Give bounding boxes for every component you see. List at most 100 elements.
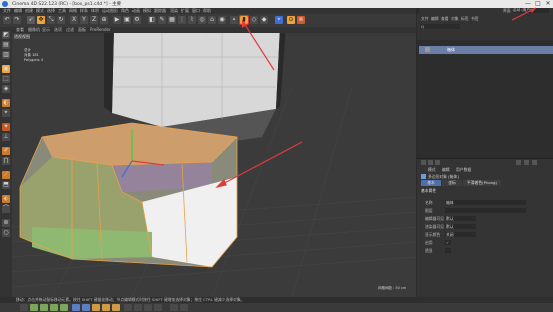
- attr-tab-coord[interactable]: 坐标: [442, 180, 462, 186]
- viewport-stats: 总计 对象 181 Polygons 4: [24, 48, 43, 63]
- om-tab-bookmark[interactable]: 书签: [471, 16, 479, 22]
- attr-tab-basic[interactable]: 基本: [421, 180, 441, 186]
- loop-icon[interactable]: [102, 304, 110, 311]
- end-frame-icon[interactable]: [154, 304, 162, 311]
- attr-tab-user-data[interactable]: 用户数据: [456, 167, 471, 173]
- attr-tab-phong[interactable]: 平滑着色(Phong): [463, 180, 501, 186]
- move-tool-icon[interactable]: ✥: [37, 16, 45, 24]
- search-icon[interactable]: [516, 160, 521, 165]
- field-icon[interactable]: ◎: [198, 16, 206, 24]
- visible-render-dropdown[interactable]: 默认: [445, 224, 476, 229]
- subdivision-icon[interactable]: ▦: [168, 16, 176, 24]
- annotation-arrow-top: [241, 19, 275, 71]
- scale-tool-icon[interactable]: ⤡: [47, 16, 55, 24]
- bridge-icon[interactable]: ⌒: [2, 205, 10, 213]
- render-picture-viewer-icon[interactable]: ▣: [123, 16, 131, 24]
- om-tab-tag[interactable]: 标签: [461, 16, 469, 22]
- visible-editor-dropdown[interactable]: 默认: [445, 216, 476, 221]
- fps-icon[interactable]: [124, 304, 132, 311]
- points-icon[interactable]: ▣: [2, 65, 10, 73]
- model-icon[interactable]: ◩: [2, 31, 10, 39]
- bottom-toolbar: [0, 303, 553, 312]
- next-frame-icon[interactable]: [144, 304, 152, 311]
- attr-row-name: 名称 箱体: [419, 200, 551, 206]
- record-icon[interactable]: [72, 304, 80, 311]
- om-tab-object[interactable]: 对象: [451, 16, 459, 22]
- edges-icon[interactable]: ⬚: [2, 75, 10, 83]
- display-color-dropdown[interactable]: 关闭: [445, 232, 476, 237]
- coordinate-system-icon[interactable]: ⊕: [100, 16, 108, 24]
- workplane-icon[interactable]: ▥: [2, 51, 10, 59]
- vp-menu-options[interactable]: 选项: [54, 27, 62, 33]
- autokey-icon[interactable]: [82, 304, 90, 311]
- keyframe-icon[interactable]: [40, 304, 48, 311]
- lock-icon[interactable]: [524, 160, 529, 165]
- select-arrow-icon[interactable]: ➶: [27, 16, 35, 24]
- keyframe-icon[interactable]: [60, 304, 68, 311]
- z-axis-icon[interactable]: Z: [90, 16, 98, 24]
- x-axis-icon[interactable]: X: [70, 16, 78, 24]
- deformer-icon[interactable]: ⌇: [188, 16, 196, 24]
- xray-checkbox[interactable]: [445, 248, 451, 253]
- viewport-menu: 查看 摄像机 显示 选项 过滤 面板 ProRender: [12, 27, 416, 33]
- vp-menu-panel[interactable]: 面板: [78, 27, 86, 33]
- render-view-icon[interactable]: ▶: [113, 16, 121, 24]
- enabled-checkbox[interactable]: ✓: [445, 240, 451, 245]
- vp-menu-prorender[interactable]: ProRender: [90, 27, 111, 32]
- close-button[interactable]: ✕: [543, 0, 553, 8]
- extrude-icon[interactable]: ⬒: [2, 181, 10, 189]
- knife-icon[interactable]: ⟋: [2, 171, 10, 179]
- attr-tab-mode[interactable]: 模式: [428, 167, 436, 173]
- workplane-icon[interactable]: ⊗: [297, 16, 305, 24]
- om-tab-view[interactable]: 查看: [441, 16, 449, 22]
- name-field[interactable]: 箱体: [445, 200, 526, 205]
- tweak-icon[interactable]: ✦: [2, 123, 10, 131]
- vp-menu-filter[interactable]: 过滤: [66, 27, 74, 33]
- vp-menu-camera[interactable]: 摄像机: [28, 27, 40, 33]
- back-icon[interactable]: [421, 160, 426, 165]
- title-bar: Cinema 4D S22.123 (RC) - [box_ps1.c4d *]…: [0, 0, 553, 8]
- vp-menu-view[interactable]: 查看: [16, 27, 24, 33]
- new-window-icon[interactable]: [532, 160, 537, 165]
- layer-field[interactable]: [445, 208, 526, 213]
- axis-icon[interactable]: ⊥: [2, 133, 10, 141]
- om-tab-file[interactable]: 文件: [421, 16, 429, 22]
- object-search-field[interactable]: Q: [420, 24, 460, 29]
- loop-icon[interactable]: ○: [2, 229, 10, 237]
- object-row-selected[interactable]: 箱体: [419, 46, 553, 54]
- attr-tab-edit[interactable]: 编辑: [442, 167, 450, 173]
- play-start-icon[interactable]: [20, 304, 28, 311]
- script-icon[interactable]: [180, 304, 188, 311]
- play-icon[interactable]: [92, 304, 100, 311]
- camera-icon[interactable]: ◉: [218, 16, 226, 24]
- settings-icon[interactable]: [170, 304, 178, 311]
- snap-icon[interactable]: ⌖: [2, 109, 10, 117]
- keyframe-icon[interactable]: [30, 304, 38, 311]
- render-settings-icon[interactable]: ⚙: [133, 16, 141, 24]
- undo-icon[interactable]: ↶: [3, 16, 11, 24]
- lock-axis-icon[interactable]: ⊙: [287, 16, 295, 24]
- texture-icon[interactable]: ▤: [2, 41, 10, 49]
- polygons-icon[interactable]: ◈: [2, 85, 10, 93]
- magnet-icon[interactable]: ⋂: [2, 157, 10, 165]
- om-tab-edit[interactable]: 编辑: [431, 16, 439, 22]
- bevel-icon[interactable]: ⬖: [2, 195, 10, 203]
- array-icon[interactable]: ⋮: [178, 16, 186, 24]
- keyframe-icon[interactable]: [50, 304, 58, 311]
- rotate-tool-icon[interactable]: ↻: [57, 16, 65, 24]
- vp-menu-display[interactable]: 显示: [42, 27, 50, 33]
- spline-pen-icon[interactable]: ✎: [158, 16, 166, 24]
- timeline-icon[interactable]: [112, 304, 120, 311]
- brush-icon[interactable]: ✐: [2, 147, 10, 155]
- y-axis-icon[interactable]: Y: [80, 16, 88, 24]
- forward-icon[interactable]: [428, 160, 433, 165]
- soft-select-icon[interactable]: ◐: [2, 99, 10, 107]
- scene-icon[interactable]: ⌂: [208, 16, 216, 24]
- weld-icon[interactable]: ⊚: [2, 219, 10, 227]
- cube-icon[interactable]: ◧: [148, 16, 156, 24]
- up-icon[interactable]: [435, 160, 440, 165]
- redo-icon[interactable]: ↷: [13, 16, 21, 24]
- camera-label: 默认摄像机 ⁰: [200, 34, 222, 39]
- stop-icon[interactable]: [134, 304, 142, 311]
- 3d-viewport[interactable]: [12, 27, 416, 297]
